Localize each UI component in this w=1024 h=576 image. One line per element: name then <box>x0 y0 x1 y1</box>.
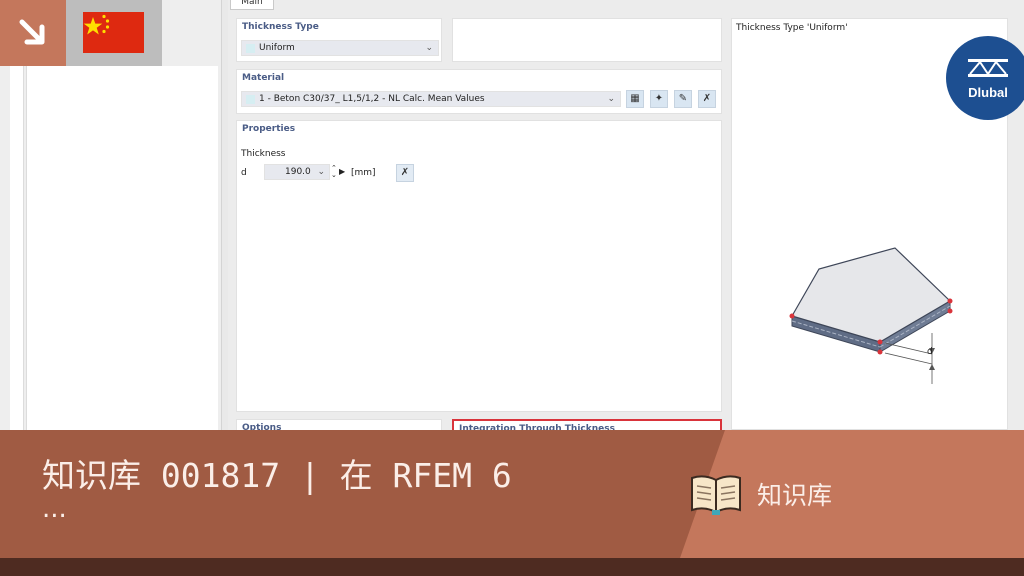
triangle-right-icon[interactable]: ▶ <box>339 167 345 176</box>
screen: Main Thickness Type Uniform ⌄ Material 1… <box>0 0 1024 576</box>
pick-value-icon[interactable]: ✗ <box>396 164 414 182</box>
spin-button[interactable]: ⌃ ⌄ <box>331 165 337 179</box>
slab-preview-graphic <box>789 247 953 384</box>
material-value: 1 - Beton C30/37_ L1,5/1,2 - NL Calc. Me… <box>259 94 485 104</box>
thickness-type-select[interactable]: Uniform ⌄ <box>241 40 439 56</box>
thickness-input[interactable]: 190.0 ⌄ <box>264 164 330 180</box>
new-material-icon[interactable]: ✦ <box>650 90 668 108</box>
properties-section: Properties Thickness d 190.0 ⌄ ⌃ ⌄ ▶ [mm]… <box>236 120 722 412</box>
china-flag-icon <box>83 12 144 53</box>
bottom-bar <box>0 558 1024 576</box>
empty-section <box>452 18 722 62</box>
material-select[interactable]: 1 - Beton C30/37_ L1,5/1,2 - NL Calc. Me… <box>241 91 621 107</box>
category-label: 知识库 <box>757 481 833 510</box>
library-icon[interactable]: ▦ <box>626 90 644 108</box>
thickness-label: Thickness <box>241 149 286 159</box>
color-swatch <box>246 44 255 53</box>
chevron-down-icon: ⌄ <box>317 167 325 177</box>
thickness-type-section: Thickness Type Uniform ⌄ <box>236 18 442 62</box>
thickness-type-value: Uniform <box>259 43 295 53</box>
chevron-down-icon: ⌄ <box>425 43 433 53</box>
thickness-symbol: d <box>241 168 247 178</box>
bridge-icon <box>968 59 1008 77</box>
book-icon <box>691 475 741 515</box>
thickness-type-title: Thickness Type <box>242 22 319 32</box>
thickness-unit: [mm] <box>351 168 376 178</box>
chevron-down-icon: ⌄ <box>607 94 615 104</box>
material-section: Material 1 - Beton C30/37_ L1,5/1,2 - NL… <box>236 69 722 114</box>
arrow-down-right-icon <box>0 0 66 66</box>
pick-material-icon[interactable]: ✗ <box>698 90 716 108</box>
language-badge[interactable] <box>0 0 162 66</box>
navigator-tree[interactable] <box>26 66 218 430</box>
navigator-gutter <box>10 66 24 430</box>
dlubal-logo: Dlubal <box>946 36 1024 120</box>
dimension-label: d <box>927 347 933 357</box>
tab-main[interactable]: Main <box>230 0 274 10</box>
logo-text: Dlubal <box>968 85 1008 100</box>
material-title: Material <box>242 73 285 83</box>
banner-subtitle: ... <box>42 494 67 524</box>
edit-material-icon[interactable]: ✎ <box>674 90 692 108</box>
properties-title: Properties <box>242 124 296 134</box>
preview-title: Thickness Type 'Uniform' <box>736 23 848 33</box>
color-swatch <box>246 95 255 104</box>
banner-title: 知识库 001817 | 在 RFEM 6 <box>42 456 512 495</box>
thickness-value: 190.0 <box>285 167 311 177</box>
